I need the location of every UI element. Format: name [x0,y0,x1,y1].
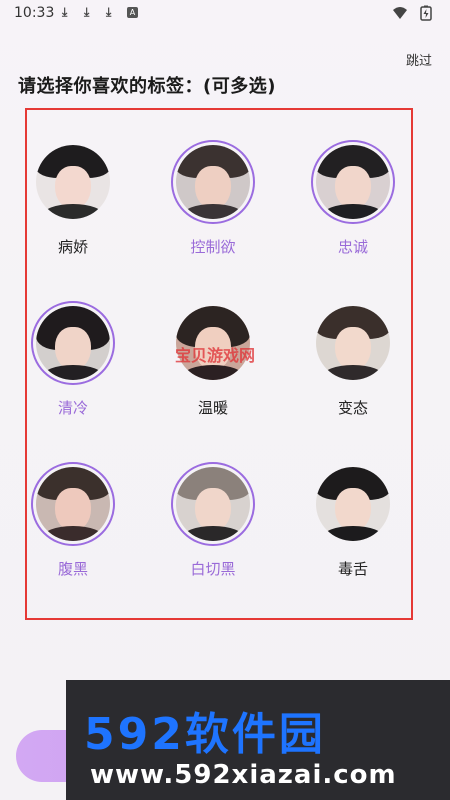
tag-label: 毒舌 [337,560,368,578]
watermark-brand: 592软件园 [84,709,326,760]
avatar [36,306,110,380]
avatar [316,467,390,541]
avatar-frame-selected [31,301,115,385]
tag-item-kongzhiyu[interactable]: 控制欲 [148,140,278,257]
tag-label: 忠诚 [337,238,368,256]
center-watermark: 宝贝游戏网 [175,346,256,365]
download-icon: ⤓ [106,5,112,19]
watermark-banner: 592软件园 www.592xiazai.com [66,680,450,800]
avatar-frame-selected [311,140,395,224]
avatar [176,467,250,541]
download-icon: ⤓ [84,5,90,19]
download-icon: ⤓ [62,5,68,19]
tag-item-dushe[interactable]: 毒舌 [288,462,418,579]
tag-item-qingleng[interactable]: 清冷 [8,301,138,418]
tag-label: 病娇 [57,238,88,256]
tag-item-baiqiehei[interactable]: 白切黑 [148,462,278,579]
tag-label: 腹黑 [57,560,88,578]
skip-button[interactable]: 跳过 [406,50,432,69]
avatar [176,145,250,219]
watermark-url: www.592xiazai.com [90,760,397,790]
status-bar: 10:33 ⤓ ⤓ ⤓ A [0,0,450,26]
tag-item-zhongcheng[interactable]: 忠诚 [288,140,418,257]
avatar [36,467,110,541]
tag-label: 清冷 [57,399,88,417]
avatar-frame [31,140,115,224]
tag-label: 变态 [337,399,368,417]
battery-charging-icon [420,5,432,21]
avatar [316,145,390,219]
tag-item-biantai[interactable]: 变态 [288,301,418,418]
avatar-frame [311,462,395,546]
tag-label: 温暖 [197,399,228,417]
avatar-frame-selected [31,462,115,546]
avatar-frame-selected [171,140,255,224]
status-time: 10:33 [14,5,55,21]
tag-item-bingjiao[interactable]: 病娇 [8,140,138,257]
page-title: 请选择你喜欢的标签：(可多选) [18,76,276,97]
avatar-frame [311,301,395,385]
avatar-frame-selected [171,462,255,546]
tag-label: 控制欲 [190,238,236,256]
avatar [316,306,390,380]
tag-label: 白切黑 [190,560,236,578]
tag-item-fuhei[interactable]: 腹黑 [8,462,138,579]
notification-a-icon: A [127,7,138,18]
avatar [36,145,110,219]
wifi-icon [393,7,407,19]
